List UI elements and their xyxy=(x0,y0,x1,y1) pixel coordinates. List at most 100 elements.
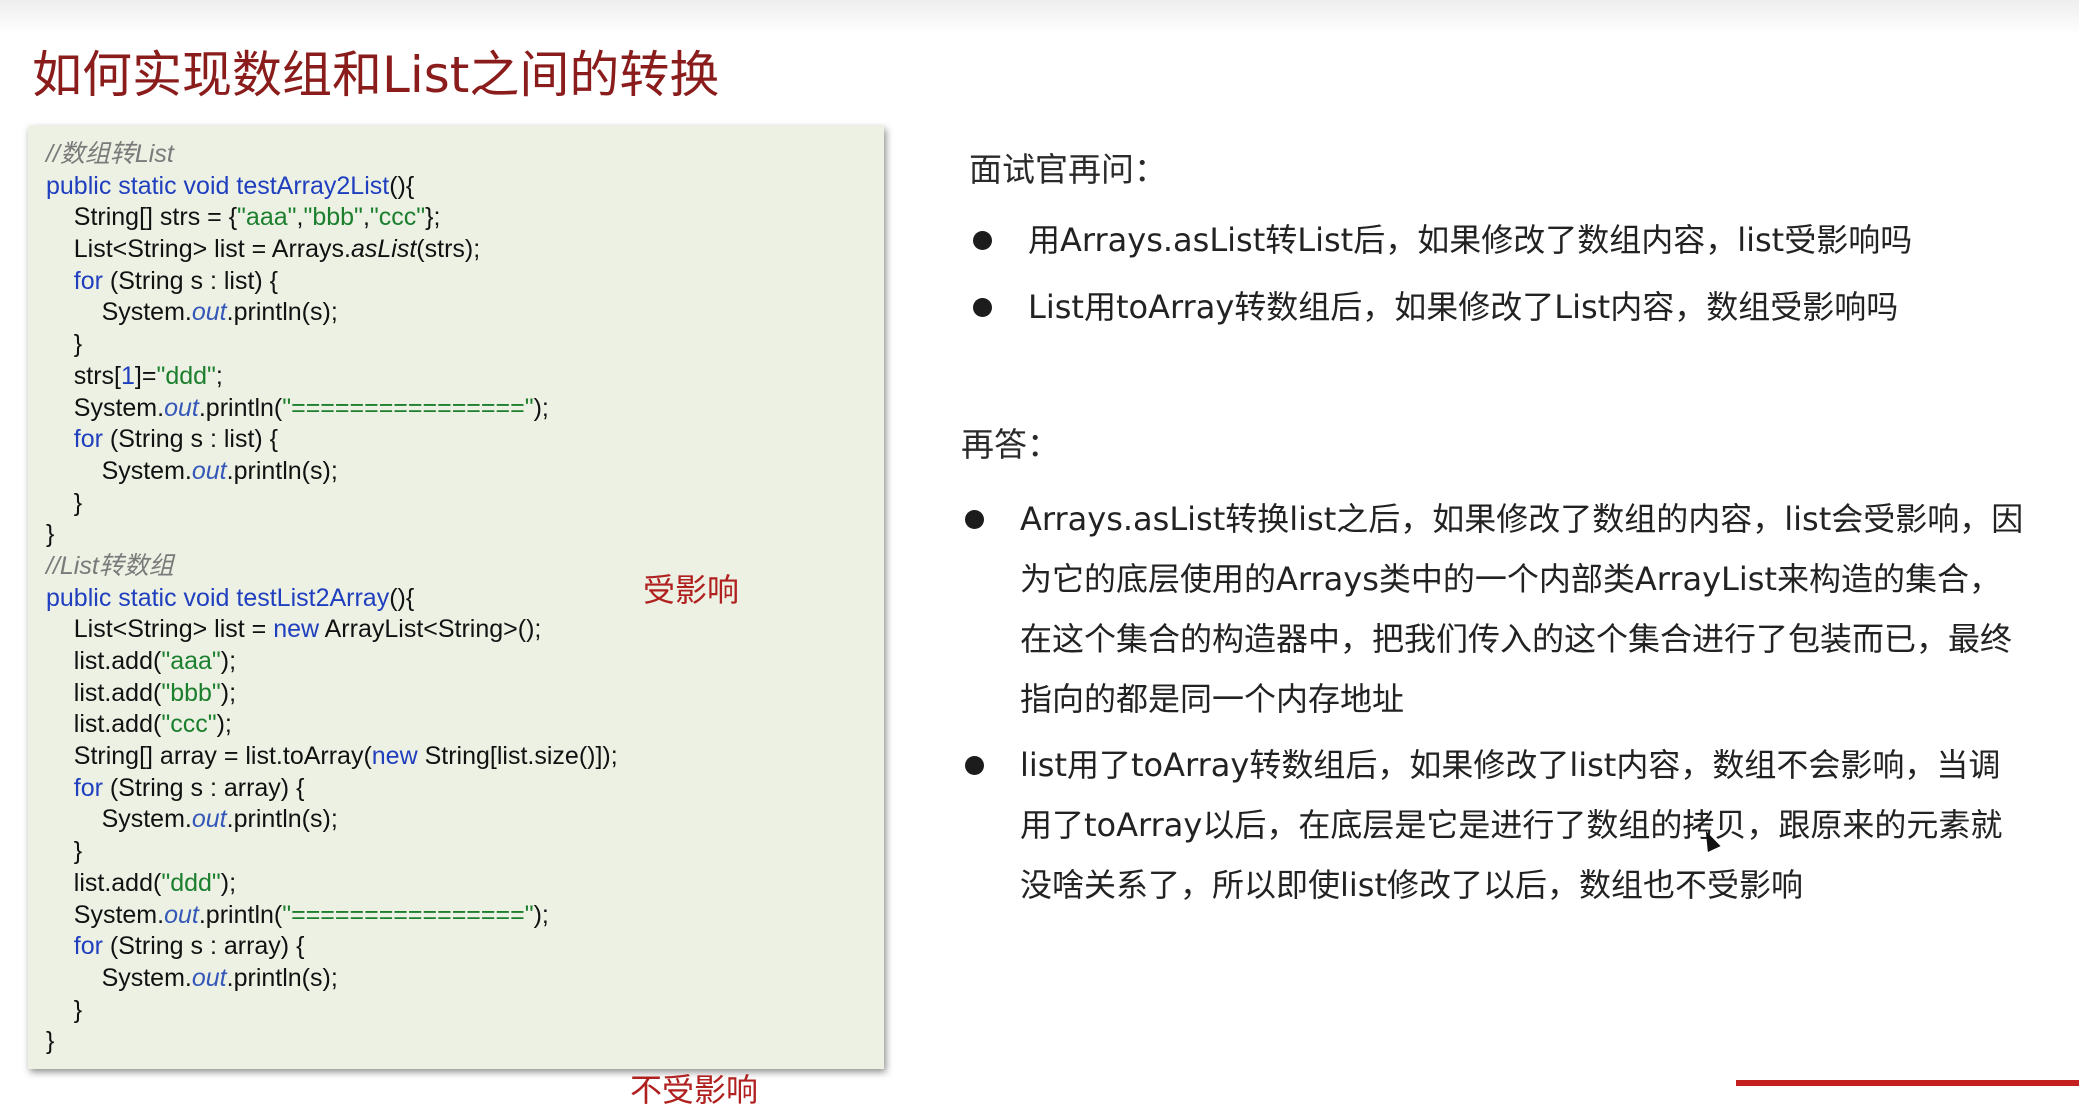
code-token: .println(s); xyxy=(226,805,338,834)
answer-item-1: Arrays.asList转换list之后，如果修改了数组的内容，list会受影… xyxy=(965,489,2030,729)
code-line: } xyxy=(46,1026,884,1058)
code-token: } xyxy=(46,1027,55,1056)
code-token: ); xyxy=(220,868,237,897)
code-token: } xyxy=(46,488,83,517)
code-line: list.add("ccc"); xyxy=(46,709,884,741)
code-token: asList xyxy=(350,235,417,264)
code-token: (strs); xyxy=(416,235,481,264)
code-token: } xyxy=(46,837,83,866)
code-token: for xyxy=(73,425,103,454)
code-line: for (String s : array) { xyxy=(46,931,884,963)
code-line: //数组转List xyxy=(46,139,884,171)
code-token: out xyxy=(191,805,227,834)
code-token: (String s : list) { xyxy=(102,425,279,454)
code-line: for (String s : array) { xyxy=(46,773,884,805)
answer-item-2: list用了toArray转数组后，如果修改了list内容，数组不会影响，当调用… xyxy=(965,735,2030,915)
code-token: , xyxy=(362,203,370,232)
code-token: //数组转List xyxy=(46,140,174,168)
code-token: ); xyxy=(533,900,549,929)
code-token: (){ xyxy=(389,171,415,200)
code-token: }; xyxy=(425,203,441,232)
code-token: .println(s); xyxy=(226,963,338,992)
code-line: strs[1]="ddd"; xyxy=(46,361,884,393)
code-token: "ddd" xyxy=(161,868,221,897)
code-line: List<String> list = Arrays.asList(strs); xyxy=(46,234,884,266)
question-item-1: 用Arrays.asList转List后，如果修改了数组内容，list受影响吗 xyxy=(973,217,2033,263)
code-token: } xyxy=(46,520,55,549)
code-line: for (String s : list) { xyxy=(46,266,884,298)
code-token: ); xyxy=(216,710,232,739)
code-token: for xyxy=(73,932,103,961)
code-line: } xyxy=(46,836,884,868)
code-token: public static void xyxy=(46,583,237,612)
code-line: String[] array = list.toArray(new String… xyxy=(46,741,884,773)
answer-text: Arrays.asList转换list之后，如果修改了数组的内容，list会受影… xyxy=(1020,500,2024,718)
annotation-affected: 受影响 xyxy=(643,571,740,609)
code-token: System. xyxy=(46,298,192,327)
code-line: } xyxy=(46,519,884,551)
code-token: ); xyxy=(220,647,237,675)
bullet-dot-icon xyxy=(973,298,992,317)
code-line: System.out.println(s); xyxy=(46,456,884,488)
code-line: System.out.println(s); xyxy=(46,297,884,329)
code-token: for xyxy=(73,266,103,295)
code-token: (String s : array) { xyxy=(102,773,305,802)
code-line: } xyxy=(46,995,884,1027)
code-line: list.add("ddd"); xyxy=(46,868,884,900)
code-token: out xyxy=(191,963,227,992)
code-token: list.add( xyxy=(46,710,162,739)
code-token: out xyxy=(191,456,227,485)
code-token: "ddd" xyxy=(156,361,216,390)
code-line: public static void testList2Array(){ xyxy=(46,583,884,615)
code-token: testList2Array xyxy=(236,583,390,612)
code-line: List<String> list = new ArrayList<String… xyxy=(46,614,884,646)
question-item-2: List用toArray转数组后，如果修改了List内容，数组受影响吗 xyxy=(973,284,2033,330)
code-line: for (String s : list) { xyxy=(46,424,884,456)
code-token: new xyxy=(273,615,320,644)
code-body: //数组转List public static void testArray2Li… xyxy=(46,139,884,1058)
code-token: List<String> list = xyxy=(46,615,274,644)
code-token: String[] array = list.toArray( xyxy=(46,742,372,771)
code-token: out xyxy=(191,298,227,327)
code-panel: //数组转List public static void testArray2Li… xyxy=(28,126,884,1109)
question-text: List用toArray转数组后，如果修改了List内容，数组受影响吗 xyxy=(1028,288,1899,326)
answer-text: list用了toArray转数组后，如果修改了list内容，数组不会影响，当调用… xyxy=(1020,746,2003,904)
code-token: list.add( xyxy=(46,678,162,707)
code-line: //List转数组 xyxy=(46,551,884,583)
code-token: String[] strs = { xyxy=(46,203,238,232)
code-token: .println(s); xyxy=(226,298,338,327)
code-token: } xyxy=(46,995,83,1024)
annotation-unaffected: 不受影响 xyxy=(630,1071,759,1109)
code-token: } xyxy=(46,330,83,359)
code-line: public static void testArray2List(){ xyxy=(46,171,884,203)
code-token: //List转数组 xyxy=(46,551,174,580)
bullet-dot-icon xyxy=(965,510,984,529)
code-token: list.add( xyxy=(46,647,162,675)
code-line: } xyxy=(46,329,884,361)
top-band xyxy=(0,0,2079,34)
accent-bar xyxy=(1736,1080,2079,1086)
code-token: System. xyxy=(46,900,165,929)
code-token: .println( xyxy=(198,393,283,422)
code-token: out xyxy=(164,393,199,422)
code-line: System.out.println(s); xyxy=(46,963,884,995)
code-line: System.out.println("================"); xyxy=(46,393,884,425)
code-token: String[list.size()]); xyxy=(417,742,618,771)
code-token: testArray2List xyxy=(236,171,390,200)
code-token: System. xyxy=(46,805,192,834)
code-token: "aaa" xyxy=(237,203,297,232)
code-line: System.out.println("================"); xyxy=(46,900,884,932)
code-token: "bbb" xyxy=(303,203,363,232)
code-token: new xyxy=(371,742,418,771)
code-token: out xyxy=(164,900,199,929)
code-token: "bbb" xyxy=(161,678,221,707)
code-token: ); xyxy=(533,393,549,422)
question-label: 面试官再问： xyxy=(969,150,1167,189)
code-token: System. xyxy=(46,963,192,992)
bullet-dot-icon xyxy=(973,231,992,250)
code-token: "aaa" xyxy=(161,647,221,675)
